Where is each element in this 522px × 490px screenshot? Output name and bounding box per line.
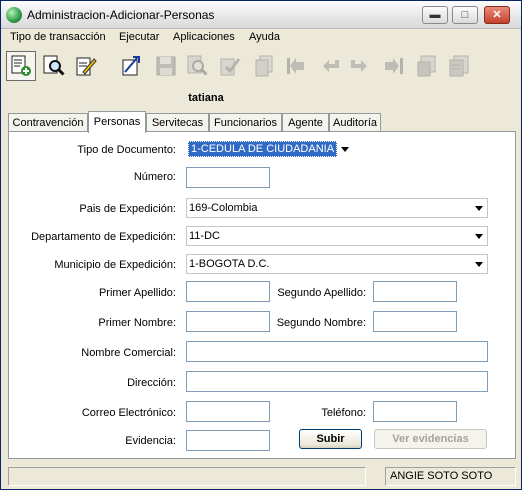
- telefono-label: Teléfono:: [321, 407, 366, 419]
- last-record-icon: [385, 58, 403, 74]
- maximize-button[interactable]: □: [452, 6, 478, 24]
- correo-input[interactable]: [186, 401, 270, 422]
- edit-button[interactable]: [71, 51, 101, 81]
- export-button[interactable]: [412, 51, 442, 81]
- segundo-nombre-label: Segundo Nombre:: [276, 317, 366, 329]
- next-button[interactable]: [344, 51, 374, 81]
- delete-icon: [187, 55, 208, 76]
- copy-button[interactable]: [249, 51, 279, 81]
- search-icon: [43, 55, 65, 76]
- tab-contravencion[interactable]: Contravención: [8, 113, 88, 132]
- chevron-down-icon[interactable]: [475, 234, 483, 239]
- tipo-documento-value: 1-CEDULA DE CIUDADANIA: [188, 141, 338, 157]
- chevron-down-icon[interactable]: [475, 206, 483, 211]
- primer-apellido-label: Primer Apellido:: [98, 287, 176, 299]
- tab-strip: Contravención Personas Servitecas Funcio…: [8, 111, 518, 133]
- tab-agente[interactable]: Agente: [282, 113, 329, 132]
- municipio-value: 1-BOGOTA D.C.: [189, 258, 270, 270]
- menu-bar: Tipo de transacción Ejecutar Aplicacione…: [1, 29, 521, 47]
- app-icon: [6, 7, 22, 23]
- telefono-input[interactable]: [373, 401, 457, 422]
- tab-servitecas[interactable]: Servitecas: [146, 113, 209, 132]
- menu-ejecutar[interactable]: Ejecutar: [117, 29, 161, 47]
- evidencia-input[interactable]: [186, 430, 270, 451]
- approve-button[interactable]: [215, 51, 245, 81]
- title-bar[interactable]: Administracion-Adicionar-Personas ▬ □ ✕: [1, 1, 521, 29]
- evidencia-label: Evidencia:: [125, 435, 176, 447]
- numero-input[interactable]: [186, 167, 270, 188]
- close-button[interactable]: ✕: [484, 6, 510, 24]
- delete-button[interactable]: [182, 51, 212, 81]
- user-label: tatiana: [188, 92, 224, 104]
- copy-icon: [255, 55, 273, 77]
- tipo-documento-label: Tipo de Documento:: [77, 144, 176, 156]
- menu-tipo-transaccion[interactable]: Tipo de transacción: [8, 29, 108, 47]
- menu-aplicaciones[interactable]: Aplicaciones: [171, 29, 237, 47]
- primer-apellido-input[interactable]: [186, 281, 270, 302]
- previous-button[interactable]: [316, 51, 346, 81]
- departamento-value: 11-DC: [189, 230, 220, 242]
- status-user: ANGIE SOTO SOTO: [385, 467, 516, 486]
- pais-value: 169-Colombia: [189, 202, 258, 214]
- nombre-comercial-input[interactable]: [186, 341, 488, 362]
- launch-button[interactable]: [116, 51, 146, 81]
- numero-label: Número:: [133, 171, 176, 183]
- first-record-icon: [287, 58, 304, 74]
- first-record-button[interactable]: [281, 51, 311, 81]
- next-icon: [351, 60, 367, 72]
- report-button[interactable]: [444, 51, 474, 81]
- app-window: Administracion-Adicionar-Personas ▬ □ ✕ …: [0, 0, 522, 490]
- ver-evidencias-button[interactable]: Ver evidencias: [374, 429, 487, 449]
- municipio-select[interactable]: 1-BOGOTA D.C.: [186, 254, 488, 274]
- save-icon: [156, 56, 176, 76]
- window-title: Administracion-Adicionar-Personas: [27, 8, 215, 22]
- pais-select[interactable]: 169-Colombia: [186, 198, 488, 218]
- tab-personas[interactable]: Personas: [88, 111, 146, 133]
- last-record-button[interactable]: [379, 51, 409, 81]
- tab-funcionarios[interactable]: Funcionarios: [209, 113, 282, 132]
- segundo-nombre-input[interactable]: [373, 311, 457, 332]
- direccion-input[interactable]: [186, 371, 488, 392]
- tipo-documento-select[interactable]: 1-CEDULA DE CIUDADANIA: [186, 140, 353, 160]
- toolbar: [1, 47, 521, 85]
- search-button[interactable]: [39, 51, 69, 81]
- edit-icon: [76, 57, 97, 76]
- status-bar: ANGIE SOTO SOTO: [1, 463, 521, 489]
- chevron-down-icon[interactable]: [475, 262, 483, 267]
- correo-label: Correo Electrónico:: [81, 407, 176, 419]
- segundo-apellido-label: Segundo Apellido:: [277, 287, 366, 299]
- segundo-apellido-input[interactable]: [373, 281, 457, 302]
- approve-icon: [220, 58, 241, 76]
- chevron-down-icon[interactable]: [341, 147, 349, 152]
- municipio-label: Municipio de Expedición:: [54, 259, 176, 271]
- save-button[interactable]: [151, 51, 181, 81]
- tab-auditoria[interactable]: Auditoría: [329, 113, 381, 132]
- add-record-icon: [11, 55, 31, 76]
- report-icon: [449, 55, 469, 77]
- status-message: [8, 467, 366, 486]
- export-icon: [417, 55, 436, 77]
- subir-button[interactable]: Subir: [299, 429, 362, 449]
- launch-icon: [122, 56, 140, 76]
- direccion-label: Dirección:: [127, 377, 176, 389]
- menu-ayuda[interactable]: Ayuda: [247, 29, 282, 47]
- departamento-select[interactable]: 11-DC: [186, 226, 488, 246]
- primer-nombre-label: Primer Nombre:: [98, 317, 176, 329]
- add-record-button[interactable]: [6, 51, 36, 81]
- primer-nombre-input[interactable]: [186, 311, 270, 332]
- minimize-button[interactable]: ▬: [422, 6, 448, 24]
- previous-icon: [323, 60, 339, 72]
- pais-label: Pais de Expedición:: [79, 203, 176, 215]
- nombre-comercial-label: Nombre Comercial:: [81, 347, 176, 359]
- departamento-label: Departamento de Expedición:: [31, 231, 176, 243]
